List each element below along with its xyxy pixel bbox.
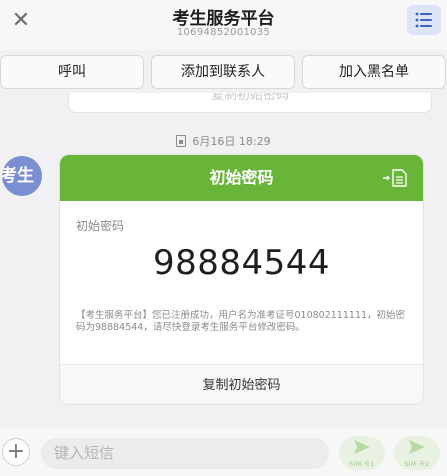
- block-button[interactable]: 加入黑名单: [302, 55, 446, 89]
- verification-code-card: 初始密码 初始密码 98884544 【考生服务平台】您已注册成功，用户名为准考…: [59, 154, 424, 405]
- action-bar: 呼叫 添加到联系人 加入黑名单: [0, 55, 447, 91]
- timestamp-text: 6月16日 18:29: [192, 135, 271, 148]
- message-timestamp: 6月16日 18:29: [0, 133, 447, 149]
- add-attachment-button[interactable]: +: [2, 438, 30, 466]
- composer-bar: + 键入短信 SIM 卡1 SIM 卡2: [0, 428, 447, 476]
- send-icon: [409, 440, 425, 454]
- send-sim1-button[interactable]: SIM 卡1: [339, 436, 385, 470]
- sim2-label: SIM 卡2: [404, 461, 430, 468]
- card-title: 初始密码: [209, 168, 274, 187]
- card-header: 初始密码: [60, 155, 423, 201]
- copy-password-button[interactable]: 复制初始密码: [60, 365, 423, 404]
- sender-number: 10694852001035: [176, 27, 271, 38]
- message-input[interactable]: 键入短信: [41, 438, 329, 469]
- previous-message-card: 复制初始密码: [68, 93, 432, 113]
- sim-card-icon: [176, 135, 187, 147]
- list-icon: [415, 12, 432, 28]
- sim1-label: SIM 卡1: [349, 461, 375, 468]
- password-code[interactable]: 98884544: [60, 243, 423, 283]
- code-field-label: 初始密码: [76, 219, 125, 233]
- add-contact-button[interactable]: 添加到联系人: [151, 55, 295, 89]
- send-icon: [354, 440, 370, 454]
- plus-icon: +: [6, 439, 26, 464]
- open-document-icon[interactable]: [383, 169, 409, 187]
- sender-name: 考生服务平台: [172, 9, 275, 29]
- menu-list-button[interactable]: [407, 5, 441, 35]
- conversation-header: ✕ 考生服务平台 10694852001035: [0, 0, 447, 50]
- call-button[interactable]: 呼叫: [0, 55, 144, 89]
- sender-avatar[interactable]: 考生: [2, 156, 42, 196]
- previous-message-copy-button[interactable]: 复制初始密码: [69, 93, 431, 103]
- send-sim2-button[interactable]: SIM 卡2: [394, 436, 440, 470]
- message-body: 【考生服务平台】您已注册成功，用户名为准考证号010802111111，初始密码…: [76, 310, 406, 333]
